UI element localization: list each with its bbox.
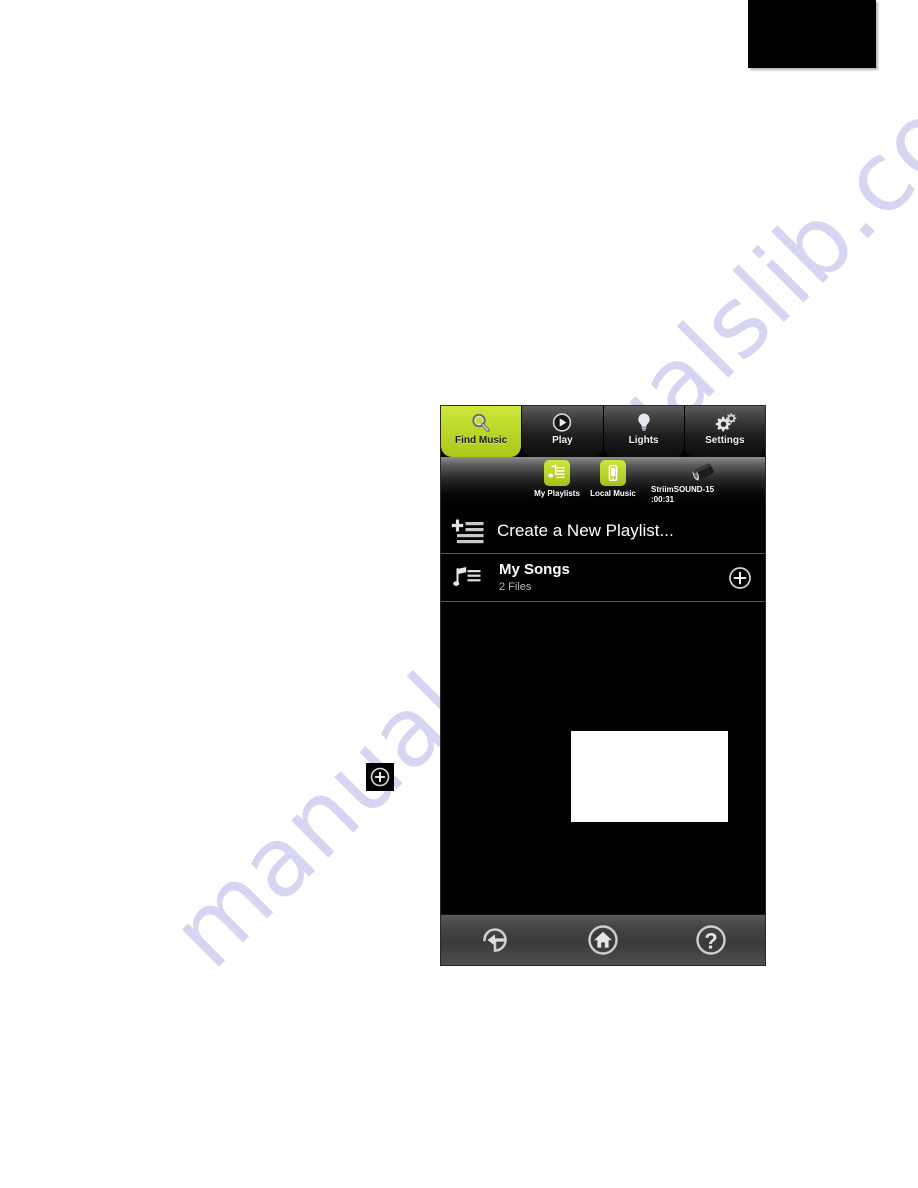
tab-play[interactable]: Play (522, 406, 604, 457)
speaker-id: :00:31 (651, 495, 675, 504)
music-note-list-icon (453, 565, 499, 591)
source-local-music[interactable]: Local Music (585, 457, 641, 498)
list-item-title: Create a New Playlist... (497, 520, 674, 540)
add-to-playlist-button[interactable] (715, 565, 765, 591)
lightbulb-icon (632, 409, 656, 436)
callout-box (571, 731, 728, 822)
device-screen: Find Music Play Lights Settings My Playl… (441, 406, 765, 965)
tab-label: Play (552, 435, 573, 446)
source-my-playlists[interactable]: My Playlists (529, 457, 585, 498)
list-item-my-songs[interactable]: My Songs 2 Files (441, 554, 765, 602)
list-item-title: My Songs (499, 561, 570, 578)
speaker-device[interactable]: StriimSOUND-15 :00:31 (641, 457, 749, 505)
playlist-list: Create a New Playlist... My Songs 2 File… (441, 508, 765, 902)
gears-icon (712, 409, 738, 436)
plus-circle-icon (366, 763, 394, 791)
list-item-create-playlist[interactable]: Create a New Playlist... (441, 508, 765, 554)
svg-text:?: ? (704, 929, 717, 954)
tab-label: Settings (705, 435, 745, 446)
help-question-icon[interactable]: ? (689, 918, 733, 962)
source-label: My Playlists (534, 489, 580, 498)
back-arrow-icon[interactable] (473, 918, 517, 962)
tab-lights[interactable]: Lights (603, 406, 685, 457)
source-label: Local Music (590, 489, 636, 498)
home-icon[interactable] (581, 918, 625, 962)
speaker-icon (651, 460, 749, 484)
list-item-text: My Songs 2 Files (499, 561, 715, 594)
tab-bar: Find Music Play Lights Settings (441, 406, 765, 457)
tab-label: Find Music (455, 435, 508, 446)
plus-list-icon (451, 515, 497, 547)
list-item-text: Create a New Playlist... (497, 521, 765, 541)
tab-label: Lights (628, 435, 659, 446)
magnifier-icon (469, 409, 493, 436)
playlist-note-icon (544, 460, 570, 486)
tab-find-music[interactable]: Find Music (441, 406, 523, 457)
redaction-block (748, 0, 876, 68)
phone-icon (600, 460, 626, 486)
speaker-name: StriimSOUND-15 (651, 485, 715, 494)
bottom-nav-bar: ? (441, 914, 765, 965)
source-strip: My Playlists Local Music StriimSOUND-15 … (441, 457, 765, 508)
play-circle-icon (550, 409, 574, 436)
tab-settings[interactable]: Settings (684, 406, 765, 457)
list-item-subtitle: 2 Files (499, 581, 532, 593)
